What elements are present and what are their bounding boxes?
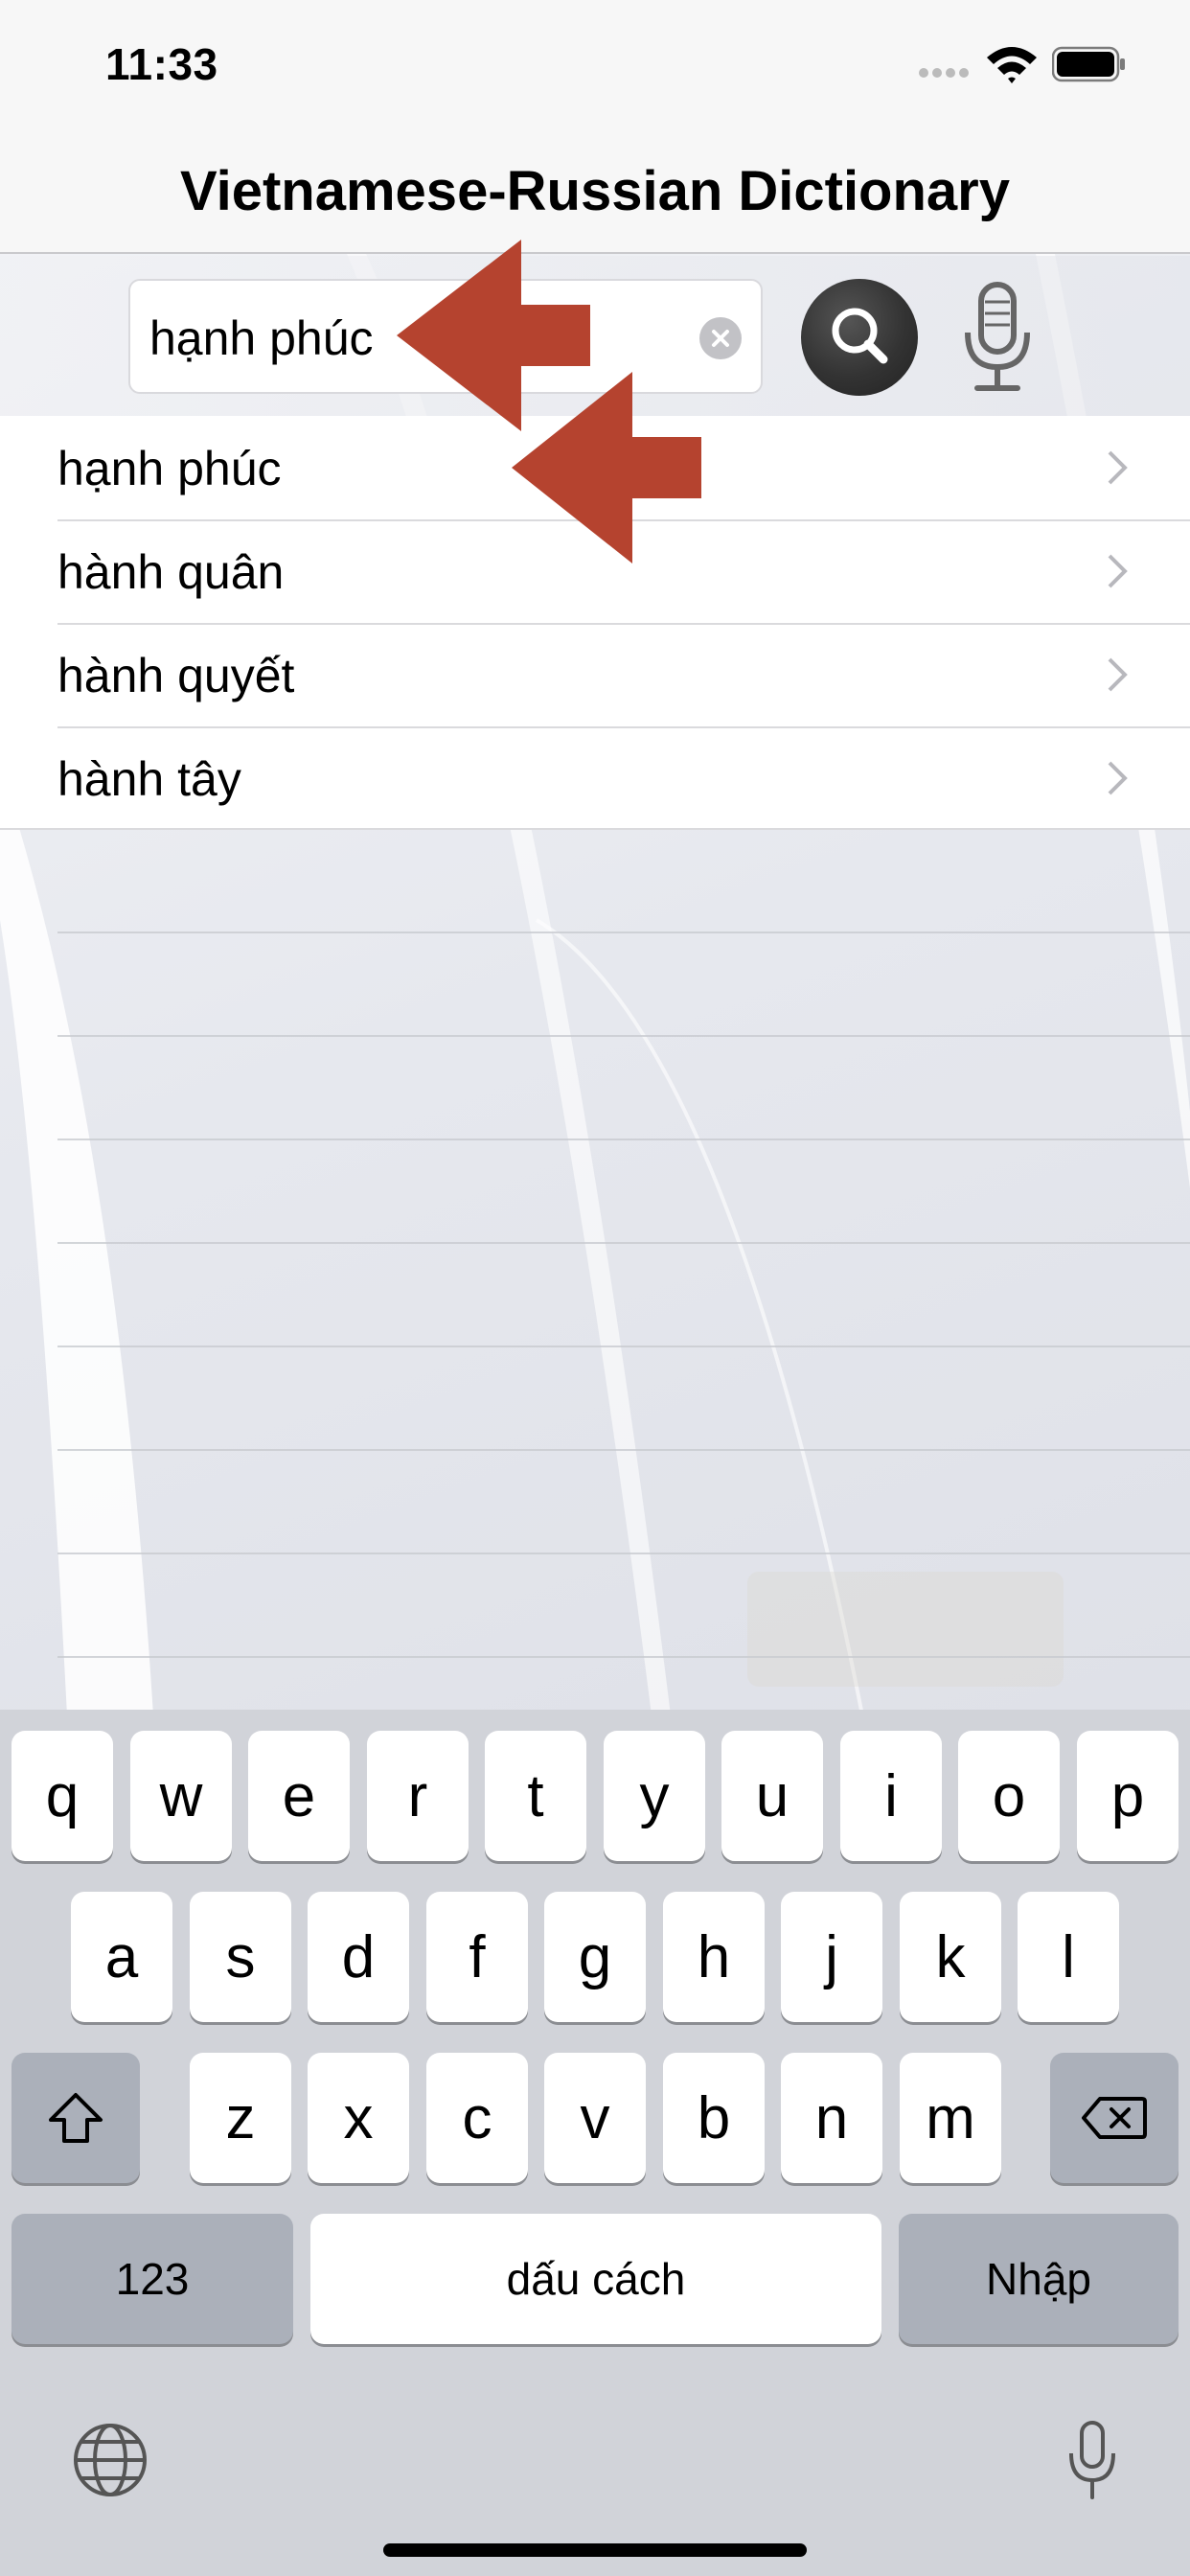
key-i[interactable]: i (840, 1731, 942, 1861)
key-u[interactable]: u (721, 1731, 823, 1861)
key-m[interactable]: m (900, 2053, 1001, 2183)
dictation-icon[interactable] (1065, 2421, 1119, 2501)
page-title: Vietnamese-Russian Dictionary (179, 160, 1011, 222)
keyboard: q w e r t y u i o p a s d f g h j k l z … (0, 1710, 1190, 2576)
wifi-icon (987, 47, 1037, 83)
key-z[interactable]: z (190, 2053, 291, 2183)
status-bar: 11:33 (0, 0, 1190, 134)
navigation-bar: Vietnamese-Russian Dictionary (0, 134, 1190, 254)
key-n[interactable]: n (781, 2053, 882, 2183)
key-y[interactable]: y (604, 1731, 705, 1861)
search-icon (832, 308, 888, 364)
key-h[interactable]: h (663, 1892, 765, 2022)
battery-icon (1052, 46, 1125, 82)
key-c[interactable]: c (426, 2053, 528, 2183)
list-item-label: hạnh phúc (57, 442, 282, 495)
clear-button[interactable] (699, 317, 742, 359)
key-e[interactable]: e (248, 1731, 350, 1861)
list-item-label: hành tây (57, 752, 241, 806)
shift-icon (49, 2093, 103, 2143)
empty-row (57, 1451, 1190, 1554)
key-o[interactable]: o (958, 1731, 1060, 1861)
status-time: 11:33 (105, 39, 218, 89)
chevron-right-icon (1108, 450, 1128, 485)
shift-key[interactable] (11, 2053, 140, 2183)
chevron-right-icon (1108, 657, 1128, 692)
empty-row (57, 1554, 1190, 1658)
key-l[interactable]: l (1018, 1892, 1119, 2022)
key-q[interactable]: q (11, 1731, 113, 1861)
delete-key[interactable] (1050, 2053, 1179, 2183)
key-p[interactable]: p (1077, 1731, 1179, 1861)
key-b[interactable]: b (663, 2053, 765, 2183)
key-r[interactable]: r (367, 1731, 469, 1861)
clear-icon (712, 330, 729, 347)
key-a[interactable]: a (71, 1892, 172, 2022)
key-x[interactable]: x (308, 2053, 409, 2183)
empty-row (57, 830, 1190, 933)
search-button[interactable] (801, 279, 918, 396)
list-item[interactable]: hành tây (0, 726, 1190, 830)
key-j[interactable]: j (781, 1892, 882, 2022)
key-t[interactable]: t (485, 1731, 586, 1861)
microphone-icon (965, 282, 1030, 391)
key-v[interactable]: v (544, 2053, 646, 2183)
numbers-key[interactable]: 123 (11, 2214, 293, 2344)
return-key[interactable]: Nhập (899, 2214, 1179, 2344)
empty-row (57, 1244, 1190, 1347)
list-item[interactable]: hành quyết (0, 623, 1190, 728)
key-s[interactable]: s (190, 1892, 291, 2022)
chevron-right-icon (1108, 761, 1128, 795)
key-f[interactable]: f (426, 1892, 528, 2022)
empty-row (57, 1140, 1190, 1244)
key-g[interactable]: g (544, 1892, 646, 2022)
home-indicator (383, 2543, 807, 2557)
empty-list-rows (57, 830, 1190, 1658)
list-item-label: hành quyết (57, 649, 295, 702)
chevron-right-icon (1108, 554, 1128, 588)
annotation-arrow-icon (512, 372, 701, 564)
space-key[interactable]: dấu cách (310, 2214, 881, 2344)
globe-icon[interactable] (71, 2421, 149, 2499)
empty-row (57, 1347, 1190, 1451)
signal-icon (919, 68, 969, 78)
empty-row (57, 1037, 1190, 1140)
key-k[interactable]: k (900, 1892, 1001, 2022)
key-d[interactable]: d (308, 1892, 409, 2022)
delete-icon (1082, 2097, 1147, 2139)
key-w[interactable]: w (130, 1731, 232, 1861)
empty-row (57, 933, 1190, 1037)
voice-search-button[interactable] (956, 281, 1039, 396)
list-item-label: hành quân (57, 545, 285, 599)
